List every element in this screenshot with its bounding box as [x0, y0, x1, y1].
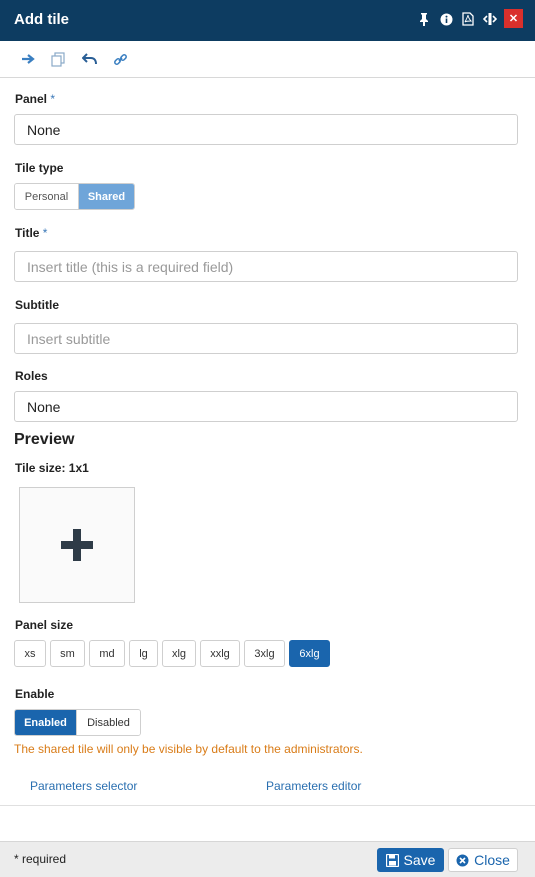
close-button-label: Close	[474, 852, 510, 868]
divider	[0, 805, 535, 806]
panel-size-md[interactable]: md	[89, 640, 125, 667]
toolbar	[0, 41, 535, 78]
dialog-header: Add tile ✕	[0, 0, 535, 41]
panel-select[interactable]: None	[14, 114, 518, 145]
roles-label: Roles	[15, 369, 48, 383]
panel-size-6xlg[interactable]: 6xlg	[289, 640, 330, 667]
preview-heading: Preview	[14, 431, 75, 448]
panel-size-lg[interactable]: lg	[129, 640, 158, 667]
undo-icon[interactable]	[80, 51, 98, 67]
plus-icon	[61, 529, 93, 561]
dialog-footer: * required Save Close	[0, 841, 535, 877]
close-button[interactable]: Close	[448, 848, 518, 872]
subtitle-label: Subtitle	[15, 298, 59, 312]
enable-enabled[interactable]: Enabled	[15, 710, 76, 735]
enable-disabled[interactable]: Disabled	[76, 710, 140, 735]
pdf-icon[interactable]	[460, 11, 476, 27]
tile-type-personal[interactable]: Personal	[15, 184, 79, 209]
parameters-editor-link[interactable]: Parameters editor	[266, 779, 361, 793]
title-input[interactable]: Insert title (this is a required field)	[14, 251, 518, 282]
panel-size-sm[interactable]: sm	[50, 640, 85, 667]
link-icon[interactable]	[111, 51, 129, 67]
arrow-right-icon[interactable]	[19, 51, 37, 67]
parameters-selector-link[interactable]: Parameters selector	[30, 779, 137, 793]
tile-size-label: Tile size: 1x1	[15, 461, 89, 475]
panel-size-3xlg[interactable]: 3xlg	[244, 640, 285, 667]
dialog-title: Add tile	[14, 11, 69, 28]
info-icon[interactable]	[438, 11, 454, 27]
enable-toggle: Enabled Disabled	[14, 709, 141, 736]
close-icon[interactable]: ✕	[504, 9, 523, 28]
close-circle-icon	[456, 854, 469, 866]
subtitle-input[interactable]: Insert subtitle	[14, 323, 518, 354]
shared-tile-warning: The shared tile will only be visible by …	[14, 742, 363, 756]
title-label: Title *	[15, 226, 48, 240]
resize-icon[interactable]	[482, 11, 498, 27]
panel-size-label: Panel size	[15, 618, 74, 632]
enable-label: Enable	[15, 687, 55, 701]
panel-size-xs[interactable]: xs	[14, 640, 46, 667]
tile-type-shared[interactable]: Shared	[79, 184, 134, 209]
panel-size-xlg[interactable]: xlg	[162, 640, 196, 667]
panel-label: Panel *	[15, 92, 56, 106]
pin-icon[interactable]	[416, 11, 432, 27]
tile-preview[interactable]	[19, 487, 135, 603]
panel-size-xxlg[interactable]: xxlg	[200, 640, 240, 667]
tile-type-label: Tile type	[15, 161, 64, 175]
tile-type-toggle: Personal Shared	[14, 183, 135, 210]
required-note: * required	[14, 852, 67, 866]
save-button[interactable]: Save	[377, 848, 444, 872]
save-button-label: Save	[403, 852, 436, 868]
roles-select[interactable]: None	[14, 391, 518, 422]
save-icon	[385, 853, 399, 867]
copy-icon[interactable]	[49, 51, 67, 67]
